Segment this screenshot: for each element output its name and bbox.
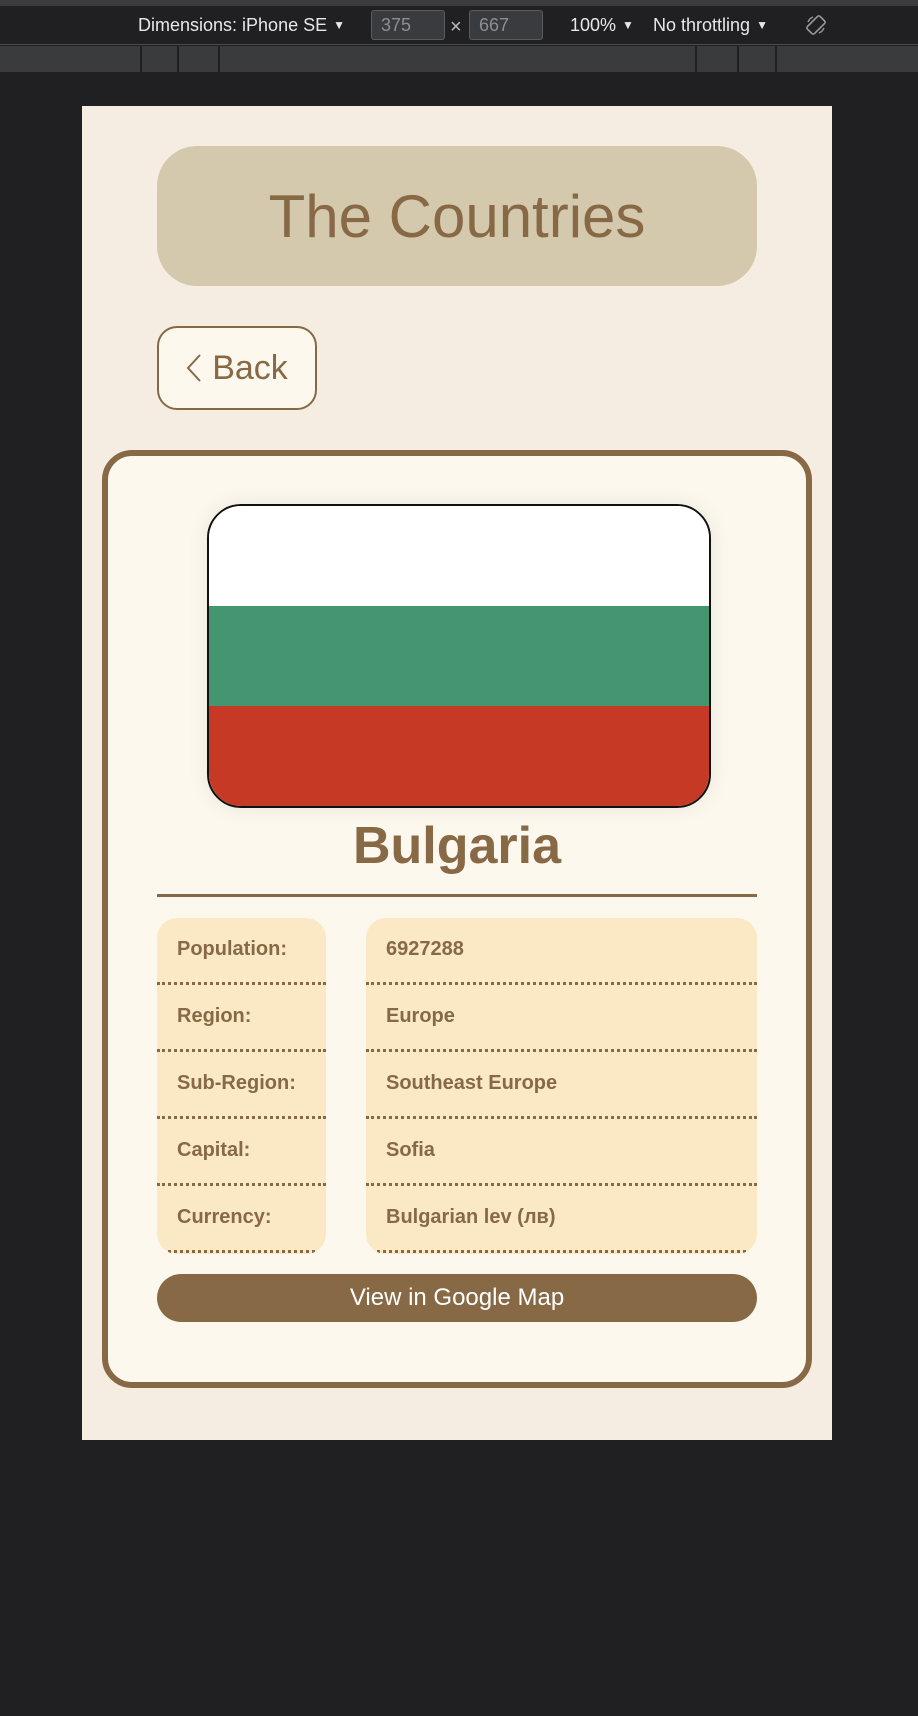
devtools-device-toolbar: Dimensions: iPhone SE ▼ 375 × 667 100% ▼ N… <box>0 6 918 45</box>
detail-label: Capital: <box>157 1119 326 1186</box>
detail-label: Currency: <box>157 1186 326 1253</box>
throttling-label: No throttling <box>653 15 751 35</box>
media-query-bar <box>0 46 918 72</box>
width-input[interactable]: 375 <box>371 10 445 40</box>
dropdown-arrow-icon: ▼ <box>756 18 768 32</box>
back-button[interactable]: Back <box>157 326 317 410</box>
rotate-icon[interactable] <box>805 14 827 36</box>
country-flag <box>207 504 711 808</box>
flag-stripe-white <box>209 506 709 606</box>
country-name: Bulgaria <box>352 817 562 875</box>
details-labels: Population: Region: Sub-Region: Capital:… <box>157 918 326 1254</box>
country-card: Bulgaria Population: Region: Sub-Region:… <box>102 450 812 1388</box>
dimensions-dropdown[interactable]: Dimensions: iPhone SE ▼ <box>138 15 345 36</box>
dimension-separator: × <box>450 16 462 38</box>
back-label: Back <box>212 348 288 387</box>
details-values: 6927288 Europe Southeast Europe Sofia Bu… <box>366 918 757 1254</box>
population-value: 6927288 <box>366 918 757 985</box>
detail-label: Region: <box>157 985 326 1052</box>
zoom-label: 100% <box>570 15 617 35</box>
detail-label: Population: <box>157 918 326 985</box>
chevron-left-icon <box>186 354 201 382</box>
height-input[interactable]: 667 <box>469 10 543 40</box>
currency-value: Bulgarian lev (лв) <box>366 1186 757 1253</box>
dropdown-arrow-icon: ▼ <box>333 18 345 32</box>
flag-stripe-green <box>209 606 709 706</box>
subregion-value: Southeast Europe <box>366 1052 757 1119</box>
device-viewport: The Countries Back Bulgaria Population: … <box>82 106 832 1440</box>
dimensions-label: Dimensions: iPhone SE <box>138 15 328 35</box>
detail-label: Sub-Region: <box>157 1052 326 1119</box>
region-value: Europe <box>366 985 757 1052</box>
dropdown-arrow-icon: ▼ <box>622 18 634 32</box>
capital-value: Sofia <box>366 1119 757 1186</box>
view-map-button[interactable]: View in Google Map <box>157 1274 757 1322</box>
divider <box>157 894 757 897</box>
page-title: The Countries <box>268 182 646 250</box>
zoom-dropdown[interactable]: 100% ▼ <box>570 15 634 36</box>
flag-stripe-red <box>209 706 709 806</box>
throttling-dropdown[interactable]: No throttling ▼ <box>653 15 768 36</box>
app-header: The Countries <box>157 146 757 286</box>
